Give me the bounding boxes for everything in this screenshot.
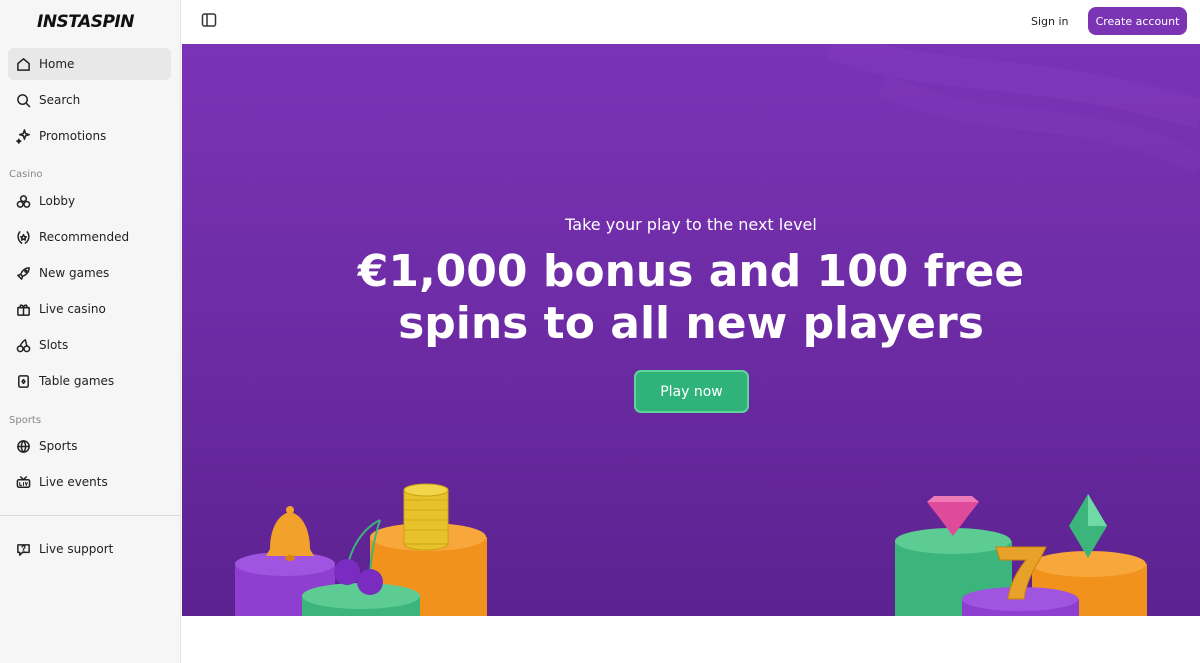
sidebar-item-label: Sports	[39, 439, 78, 453]
sidebar-item-label: Live casino	[39, 302, 106, 316]
rocket-icon	[16, 266, 31, 281]
ball-icon	[16, 439, 31, 454]
content-area	[182, 616, 1200, 663]
sidebar-item-live-casino[interactable]: Live casino	[8, 293, 171, 325]
sidebar-divider	[0, 515, 181, 516]
sign-in-button[interactable]: Sign in	[1031, 12, 1069, 32]
sidebar-item-slots[interactable]: Slots	[8, 329, 171, 361]
top-bar: Sign in Create account	[182, 0, 1200, 44]
sidebar-toggle-icon[interactable]	[201, 12, 219, 30]
home-icon	[16, 57, 31, 72]
sidebar-item-live-events[interactable]: Live events	[8, 466, 171, 498]
sidebar-item-label: Slots	[39, 338, 69, 352]
sidebar-item-search[interactable]: Search	[8, 84, 171, 116]
create-account-button[interactable]: Create account	[1088, 7, 1187, 35]
search-icon	[16, 93, 31, 108]
cherries-icon	[16, 338, 31, 353]
sidebar-item-label: Live events	[39, 475, 108, 489]
sidebar-item-home[interactable]: Home	[8, 48, 171, 80]
sidebar-item-table-games[interactable]: Table games	[8, 365, 171, 397]
sidebar-item-sports[interactable]: Sports	[8, 430, 171, 462]
sidebar-item-lobby[interactable]: Lobby	[8, 185, 171, 217]
shapes-icon	[16, 194, 31, 209]
sidebar-item-label: Recommended	[39, 230, 130, 244]
sidebar-item-live-support[interactable]: Live support	[8, 533, 171, 565]
sidebar: INSTASPIN Home Search Promotions Casino …	[0, 0, 181, 663]
hero-subtitle: Take your play to the next level	[565, 215, 817, 234]
section-label-sports: Sports	[9, 415, 42, 426]
sidebar-item-new-games[interactable]: New games	[8, 257, 171, 289]
sidebar-item-label: Lobby	[39, 194, 76, 208]
chat-question-icon	[16, 542, 31, 557]
sidebar-item-label: Home	[39, 57, 75, 71]
sidebar-item-label: Live support	[39, 542, 114, 556]
hero-banner: Take your play to the next level €1,000 …	[182, 44, 1200, 616]
sidebar-item-label: Table games	[39, 374, 115, 388]
hero-title-line-1: €1,000 bonus and 100 free	[357, 246, 1025, 297]
cards-icon	[16, 374, 31, 389]
sparkle-icon	[16, 128, 31, 144]
sidebar-item-promotions[interactable]: Promotions	[8, 120, 171, 152]
live-badge-icon	[16, 475, 31, 490]
hero-title-line-2: spins to all new players	[398, 298, 984, 349]
section-label-casino: Casino	[9, 169, 43, 180]
gift-icon	[16, 302, 31, 317]
sidebar-item-label: Promotions	[39, 129, 107, 143]
laurel-icon	[16, 230, 31, 245]
sidebar-item-label: Search	[39, 93, 81, 107]
logo[interactable]: INSTASPIN	[37, 12, 135, 32]
sidebar-item-recommended[interactable]: Recommended	[8, 221, 171, 253]
sidebar-item-label: New games	[39, 266, 110, 280]
hero-title: €1,000 bonus and 100 free spins to all n…	[182, 246, 1200, 350]
play-now-button[interactable]: Play now	[634, 370, 749, 413]
